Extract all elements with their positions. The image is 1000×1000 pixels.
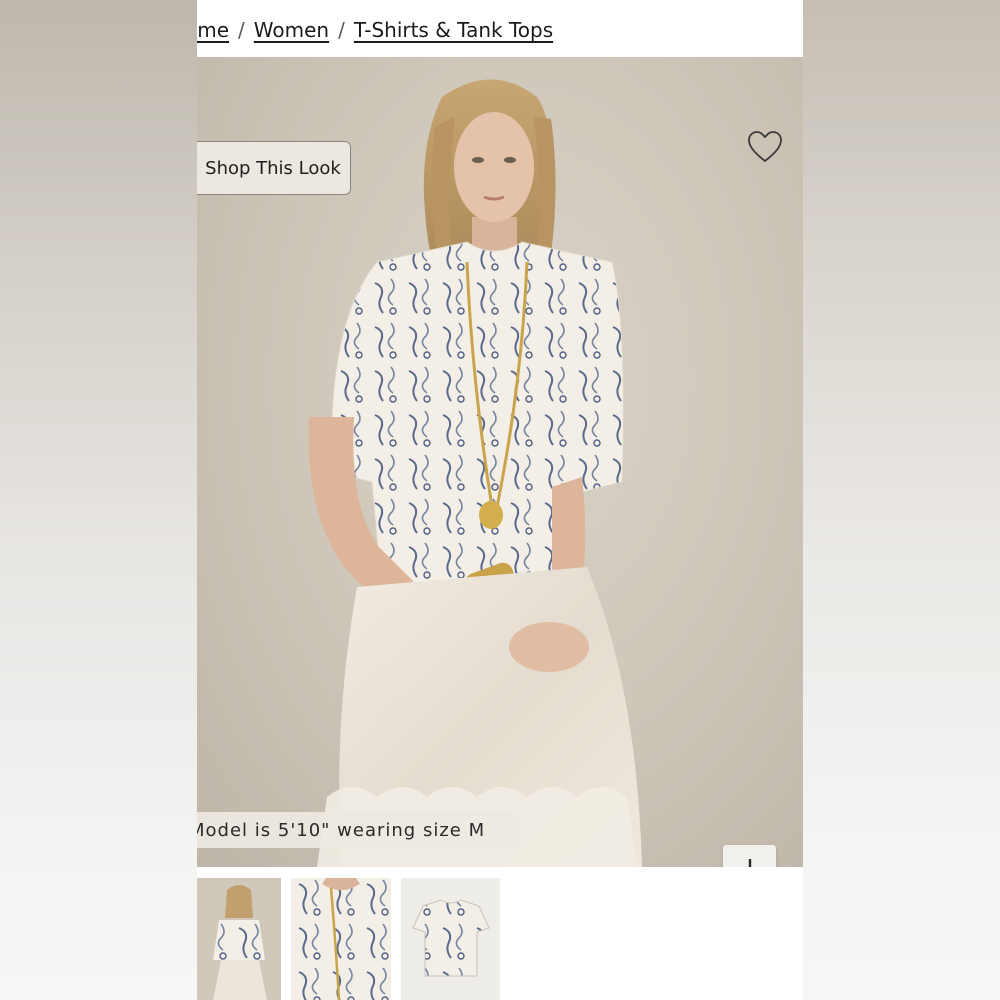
shop-this-look-button[interactable]: Shop This Look (197, 141, 351, 195)
thumbnail-detail[interactable] (291, 878, 391, 1000)
left-blur-margin (0, 0, 197, 1000)
thumbnail-full-look[interactable] (197, 878, 281, 1000)
breadcrumb: ome / Women / T-Shirts & Tank Tops (197, 18, 553, 48)
product-page: ome / Women / T-Shirts & Tank Tops (197, 0, 803, 1000)
breadcrumb-tshirts-tank-tops[interactable]: T-Shirts & Tank Tops (354, 18, 553, 42)
thumbnail-flat-lay[interactable] (401, 878, 500, 1000)
breadcrumb-separator: / (238, 18, 245, 42)
product-hero-image[interactable]: Shop This Look (197, 57, 803, 867)
expand-image-button[interactable] (723, 845, 776, 867)
heart-outline-icon[interactable] (746, 129, 784, 167)
model-size-note: Model is 5'10" wearing size M (197, 812, 519, 848)
plus-icon (748, 858, 751, 867)
breadcrumb-women[interactable]: Women (254, 18, 329, 42)
breadcrumb-separator: / (338, 18, 345, 42)
right-blur-margin (803, 0, 1000, 1000)
breadcrumb-home[interactable]: ome (197, 18, 229, 42)
